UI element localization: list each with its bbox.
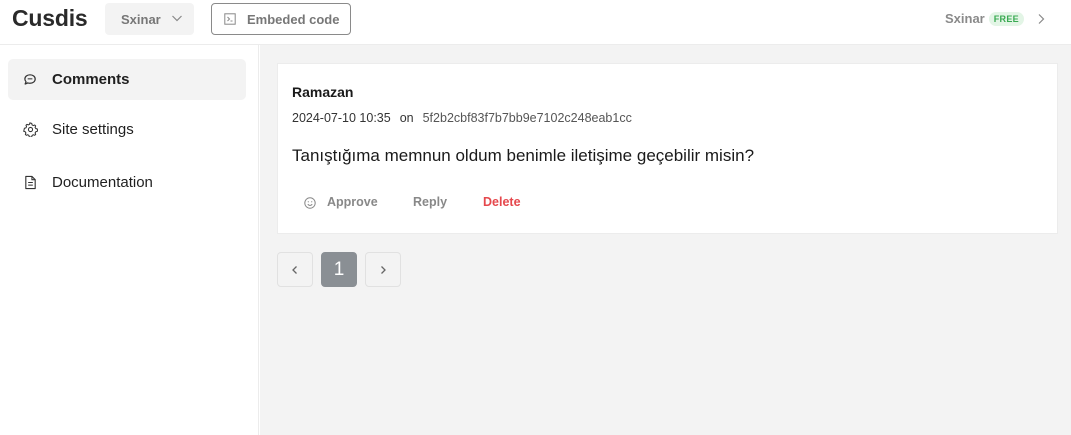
sidebar-item-documentation[interactable]: Documentation [8, 162, 246, 203]
chevron-left-icon [292, 265, 297, 274]
pagination-prev-button[interactable] [277, 252, 313, 287]
comment-date: 2024-07-10 10:35 [292, 111, 391, 125]
sidebar-item-label: Site settings [52, 121, 134, 138]
delete-button[interactable]: Delete [483, 195, 521, 209]
top-header: Cusdis Sxinar Embeded code Sxinar FREE [0, 0, 1071, 45]
user-menu[interactable]: Sxinar FREE [945, 11, 1024, 26]
sidebar: Comments Site settings Documentation [0, 45, 259, 435]
chevron-right-icon[interactable] [1035, 13, 1047, 25]
sidebar-item-site-settings[interactable]: Site settings [8, 109, 246, 150]
user-name: Sxinar [945, 11, 985, 26]
sidebar-item-label: Documentation [52, 174, 153, 191]
comment-author: Ramazan [292, 84, 354, 100]
sidebar-item-comments[interactable]: Comments [8, 59, 246, 100]
comment-card: Ramazan 2024-07-10 10:35 on 5f2b2cbf83f7b7… [277, 63, 1058, 234]
site-select-value: Sxinar [121, 11, 161, 27]
site-select-dropdown[interactable]: Sxinar [105, 3, 194, 35]
chevron-right-icon [381, 265, 386, 274]
comment-content: Tanıştığıma memnun oldum benimle iletişi… [292, 146, 755, 165]
smile-icon [304, 197, 316, 209]
reply-button[interactable]: Reply [413, 195, 447, 209]
pagination-page-button[interactable]: 1 [321, 252, 357, 287]
main-content: Ramazan 2024-07-10 10:35 on 5f2b2cbf83f7b7… [260, 45, 1071, 435]
app-logo[interactable]: Cusdis [12, 5, 88, 32]
comment-meta: 2024-07-10 10:35 on 5f2b2cbf83f7b7bb9e7102… [292, 111, 632, 125]
gear-icon [23, 122, 38, 137]
embed-code-button[interactable]: Embeded code [211, 3, 351, 35]
plan-badge: FREE [988, 11, 1024, 26]
document-icon [25, 175, 36, 190]
comments-icon [24, 74, 36, 85]
comment-on-label: on [399, 111, 414, 125]
embed-code-label: Embeded code [247, 12, 340, 27]
comment-page-id: 5f2b2cbf83f7b7bb9e7102c248eab1cc [422, 111, 632, 125]
pagination-next-button[interactable] [365, 252, 401, 287]
chevron-down-icon [172, 15, 182, 22]
approve-label: Approve [327, 195, 378, 209]
code-icon [224, 13, 236, 25]
sidebar-item-label: Comments [52, 71, 130, 88]
